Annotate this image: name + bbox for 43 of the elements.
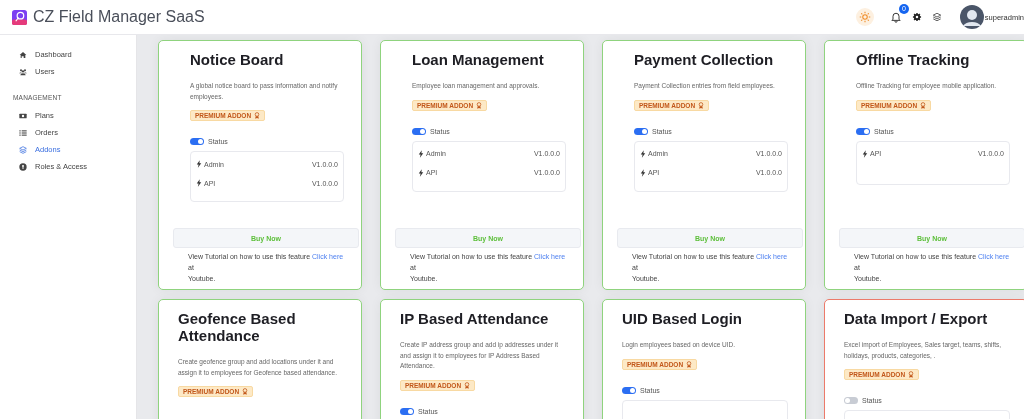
card-title: Payment Collection: [634, 51, 775, 68]
bolt-icon: [196, 179, 202, 187]
avatar-icon[interactable]: [959, 5, 984, 29]
award-icon: [698, 101, 705, 109]
card-title: Loan Management: [412, 51, 545, 68]
card-title: Data Import / Export: [844, 310, 989, 327]
logo-icon: [12, 9, 27, 25]
notification-bell-icon[interactable]: [889, 11, 902, 23]
award-icon: [254, 112, 261, 119]
status-toggle[interactable]: [856, 127, 870, 135]
status-toggle[interactable]: [412, 127, 426, 135]
banknote-icon: [19, 111, 27, 120]
card-title: Geofence Based Attendance: [178, 310, 297, 344]
app-title: CZ Field Manager SaaS: [33, 8, 205, 26]
status-toggle[interactable]: [400, 407, 414, 415]
settings-icon[interactable]: [911, 12, 922, 22]
home-icon: [19, 50, 27, 59]
status-toggle[interactable]: [634, 127, 648, 135]
award-icon: [686, 360, 693, 368]
award-icon: [908, 371, 915, 378]
info-icon: [19, 162, 27, 171]
users-icon: [19, 67, 27, 76]
status-toggle[interactable]: [844, 397, 858, 404]
card-title: IP Based Attendance: [400, 310, 550, 327]
theme-toggle-button[interactable]: [855, 8, 874, 26]
card-title: Offline Tracking: [856, 51, 971, 68]
award-icon: [476, 101, 483, 109]
status-toggle[interactable]: [190, 138, 204, 145]
layers-icon: [19, 145, 27, 154]
list-icon: [19, 128, 27, 137]
bolt-icon: [640, 168, 646, 177]
bolt-icon: [640, 149, 646, 158]
status-toggle[interactable]: [622, 386, 636, 394]
card-title: Notice Board: [190, 51, 285, 68]
award-icon: [920, 101, 927, 109]
layers-icon[interactable]: [931, 12, 942, 22]
bolt-icon: [418, 149, 424, 158]
card-title: UID Based Login: [622, 310, 743, 327]
award-icon: [242, 388, 249, 395]
award-icon: [464, 381, 471, 389]
bolt-icon: [196, 160, 202, 168]
bolt-icon: [418, 168, 424, 177]
bolt-icon: [862, 149, 868, 158]
